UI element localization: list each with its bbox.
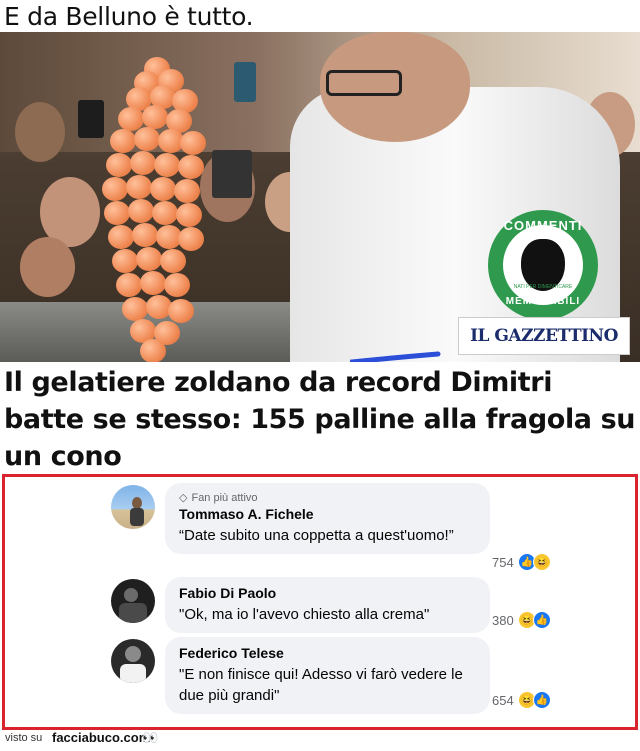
reaction-count: 654 — [492, 692, 514, 708]
footer: visto su facciabuco.com 👀 — [0, 728, 640, 751]
comment-bubble: ◇ Fan più attivo Tommaso A. Fichele “Date… — [165, 483, 490, 554]
haha-icon: 😆 — [532, 553, 551, 571]
news-photo: COMMENTI NATI PER DIMENTICARE MEMORABILI — [0, 32, 640, 362]
comments-section: ◇ Fan più attivo Tommaso A. Fichele “Date… — [2, 474, 638, 730]
gazzettino-watermark: IL GAZZETTINO — [458, 317, 630, 355]
reactions[interactable]: 654 😆 👍 — [492, 691, 551, 709]
top-caption: E da Belluno è tutto. — [4, 2, 254, 31]
footer-site-link[interactable]: facciabuco.com — [52, 730, 150, 745]
comment-author[interactable]: Fabio Di Paolo — [179, 585, 476, 601]
comment-author[interactable]: Tommaso A. Fichele — [179, 506, 476, 522]
logo-small-text: NATI PER DIMENTICARE — [513, 284, 573, 290]
person-silhouette-icon — [120, 646, 146, 683]
reactions[interactable]: 380 😆 👍 — [492, 611, 551, 629]
like-icon: 👍 — [532, 691, 551, 709]
logo-top-text: COMMENTI — [503, 218, 583, 233]
glasses — [326, 70, 402, 96]
comment-text: “Date subito una coppetta a quest'uomo!” — [179, 527, 454, 544]
diamond-icon: ◇ — [179, 492, 188, 504]
crowd-person — [20, 237, 75, 297]
reaction-count: 380 — [492, 612, 514, 628]
reactions[interactable]: 754 👍 😆 — [492, 553, 551, 571]
avatar[interactable] — [111, 579, 155, 623]
eyes-icon: 👀 — [142, 730, 159, 745]
logo-bottom-text: MEMORABILI — [505, 296, 581, 307]
phone — [234, 62, 256, 102]
headline: Il gelatiere zoldano da record Dimitri b… — [4, 367, 636, 472]
avatar[interactable] — [111, 639, 155, 683]
like-icon: 👍 — [532, 611, 551, 629]
phone — [212, 150, 252, 198]
footer-prefix: visto su — [5, 732, 43, 744]
top-fan-badge: ◇ Fan più attivo — [179, 491, 258, 505]
comment-bubble: Fabio Di Paolo "Ok, ma io l'avevo chiest… — [165, 577, 490, 633]
gelato-tower — [100, 57, 210, 362]
comment-author[interactable]: Federico Telese — [179, 645, 476, 661]
reaction-count: 754 — [492, 554, 514, 570]
comment-text: "Ok, ma io l'avevo chiesto alla crema" — [179, 606, 430, 623]
comment-bubble: Federico Telese "E non finisce qui! Ades… — [165, 637, 490, 714]
blue-scribble — [350, 351, 441, 362]
avatar[interactable] — [111, 485, 155, 529]
person-silhouette-icon — [130, 497, 144, 526]
person-silhouette-icon — [119, 588, 147, 623]
crowd-person — [15, 102, 65, 162]
commenti-memorabili-logo: COMMENTI NATI PER DIMENTICARE MEMORABILI — [488, 210, 598, 320]
comment-text: "E non finisce qui! Adesso vi farò veder… — [179, 666, 463, 704]
